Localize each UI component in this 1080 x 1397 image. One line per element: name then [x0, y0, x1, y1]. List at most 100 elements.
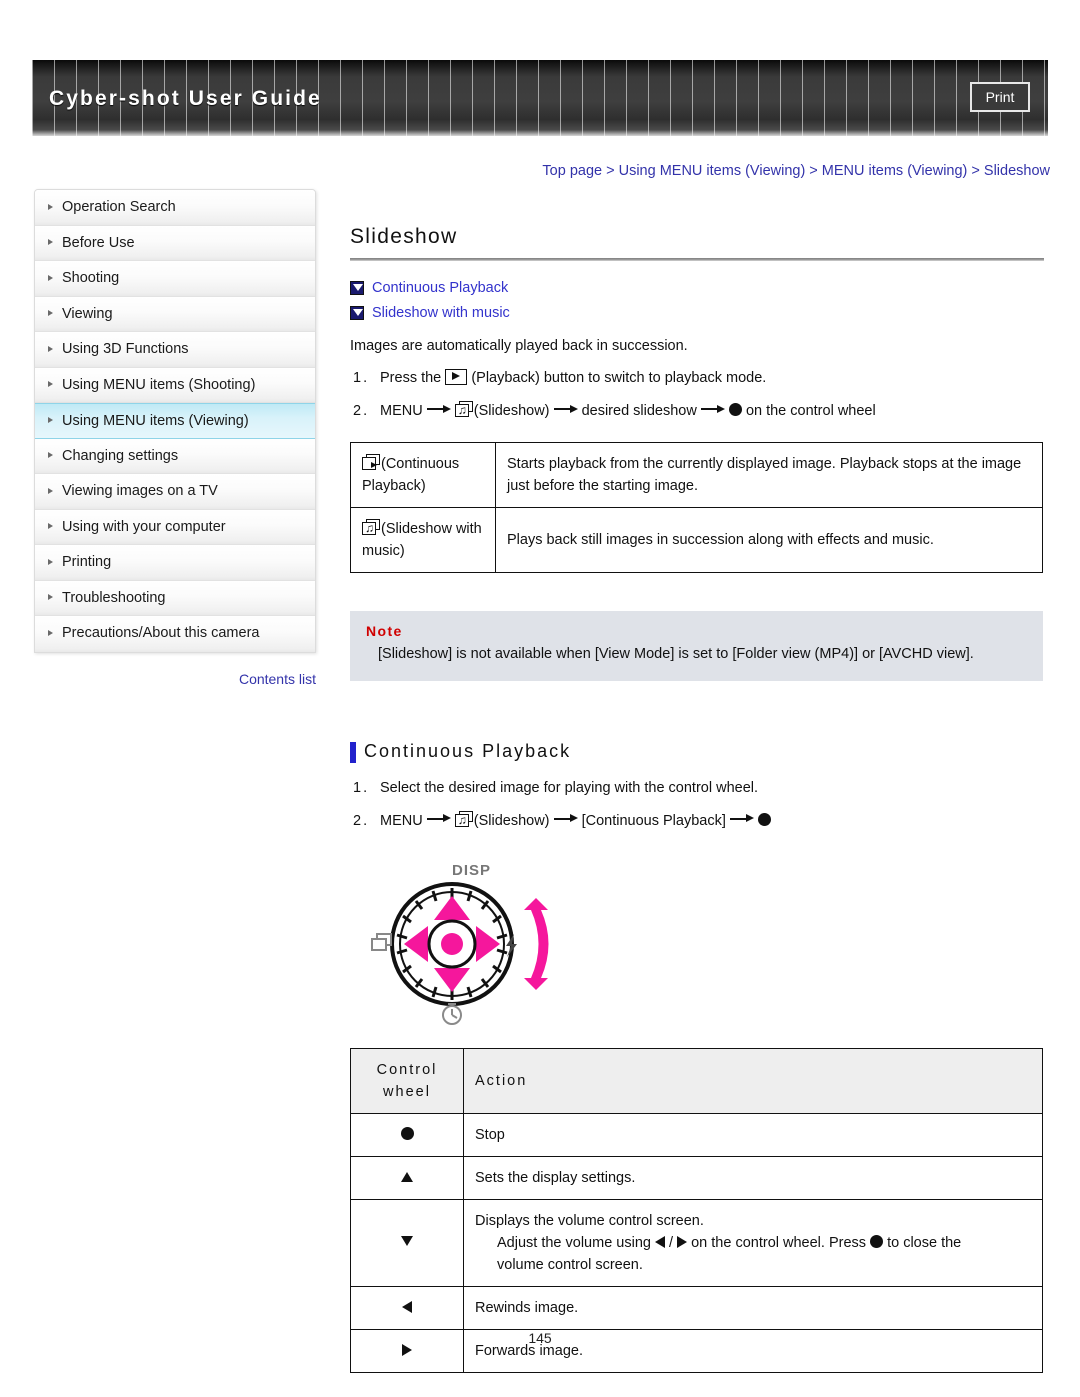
- arrow-right-icon: [729, 814, 754, 824]
- sidebar-item-troubleshooting[interactable]: Troubleshooting: [35, 580, 315, 616]
- slideshow-icon: ♫: [454, 810, 474, 829]
- slideshow-with-music-icon: ♫: [362, 519, 381, 537]
- arrow-right-icon: [700, 404, 725, 414]
- table-row: Rewinds image.: [350, 1285, 1043, 1330]
- action-cell: Sets the display settings.: [463, 1155, 1043, 1200]
- section-step-2: 2. MENU ♫ (Slideshow) [Continuous Playbac…: [350, 810, 1044, 832]
- table-row: Displays the volume control screen. Adju…: [350, 1198, 1043, 1287]
- jump-link-continuous-playback[interactable]: Continuous Playback: [350, 276, 1044, 301]
- column-header-control-wheel: Control wheel: [350, 1047, 464, 1114]
- header-line-1: Control: [376, 1061, 438, 1078]
- slideshow-icon: ♫: [454, 401, 474, 419]
- control-cell-left: [350, 1285, 464, 1330]
- jump-link-label: Continuous Playback: [372, 280, 509, 296]
- step-text-after: (Playback) button to switch to playback …: [471, 370, 767, 386]
- header-banner: Cyber-shot User Guide Print: [32, 60, 1048, 136]
- arrow-right-icon: [426, 404, 451, 414]
- print-button[interactable]: Print: [970, 82, 1030, 112]
- chevron-right-icon: [48, 381, 53, 388]
- control-cell-down: [350, 1198, 464, 1287]
- control-wheel-diagram: DISP: [371, 862, 549, 1025]
- step-number: 2.: [353, 812, 370, 829]
- action-cell-volume: Displays the volume control screen. Adju…: [463, 1198, 1043, 1287]
- chevron-right-icon: [48, 345, 53, 352]
- control-cell-up: [350, 1155, 464, 1200]
- sidebar-item-before-use[interactable]: Before Use: [35, 225, 315, 261]
- title-divider: [350, 258, 1044, 261]
- center-button-icon: [870, 1234, 884, 1248]
- control-wheel-figure: DISP: [360, 858, 580, 1028]
- action-text-d: to close the: [887, 1234, 962, 1251]
- sidebar-item-label: Troubleshooting: [62, 589, 166, 606]
- page-title: Slideshow: [350, 225, 458, 248]
- self-timer-icon: [442, 1002, 462, 1025]
- sidebar-item-operation-search[interactable]: Operation Search: [35, 190, 315, 226]
- action-line-1: Displays the volume control screen.: [475, 1212, 704, 1229]
- arrow-left-icon: [654, 1235, 665, 1248]
- sidebar-item-viewing[interactable]: Viewing: [35, 296, 315, 332]
- wheel-center-button[interactable]: [441, 932, 463, 955]
- action-text-slash: /: [669, 1234, 674, 1251]
- sidebar-item-label: Before Use: [62, 234, 135, 251]
- contents-list-link[interactable]: Contents list: [34, 671, 316, 687]
- jump-link-slideshow-with-music[interactable]: Slideshow with music: [350, 301, 1044, 326]
- arrow-left-icon: [402, 1300, 412, 1313]
- chevron-right-icon: [48, 203, 53, 210]
- action-line-3: volume control screen.: [497, 1256, 643, 1273]
- section-step-1: 1. Select the desired image for playing …: [350, 777, 1044, 799]
- app-title: Cyber-shot User Guide: [49, 87, 322, 110]
- action-cell: Rewinds image.: [463, 1285, 1043, 1330]
- sidebar-item-shooting[interactable]: Shooting: [35, 261, 315, 297]
- sidebar-item-label: Using with your computer: [62, 518, 226, 535]
- sidebar-item-label: Shooting: [62, 270, 120, 286]
- sidebar-item-changing-settings[interactable]: Changing settings: [35, 438, 315, 474]
- column-header-action: Action: [463, 1047, 1043, 1114]
- step-mid-text: [Continuous Playback]: [581, 812, 726, 829]
- mode-description: Starts playback from the currently displ…: [495, 442, 1043, 508]
- action-text-c: on the control wheel. Press: [691, 1234, 867, 1251]
- sidebar-item-label: Viewing images on a TV: [62, 483, 218, 499]
- arrow-right-icon: [677, 1235, 688, 1248]
- note-box: Note [Slideshow] is not available when […: [350, 611, 1043, 681]
- menu-label: MENU: [380, 812, 423, 829]
- step-1: 1. Press the (Playback) button to switch…: [350, 367, 1044, 389]
- table-header-row: Control wheel Action: [350, 1047, 1043, 1114]
- arrow-down-icon: [401, 1235, 413, 1246]
- sidebar-item-using-menu-items-viewing[interactable]: Using MENU items (Viewing): [35, 403, 315, 439]
- main-content: Slideshow Continuous Playback Slideshow …: [350, 225, 1044, 1373]
- arrow-right-icon: [426, 814, 451, 824]
- slideshow-icon-label: (Slideshow): [473, 403, 550, 419]
- wheel-up-arrow[interactable]: [434, 895, 470, 920]
- slideshow-icon-label: (Slideshow): [473, 812, 550, 829]
- control-cell-center: [350, 1112, 464, 1157]
- step-number: 2.: [353, 403, 370, 419]
- sidebar-item-using-3d-functions[interactable]: Using 3D Functions: [35, 332, 315, 368]
- sidebar-item-using-with-your-computer[interactable]: Using with your computer: [35, 509, 315, 545]
- intro-paragraph: Images are automatically played back in …: [350, 338, 688, 354]
- step-2: 2. MENU ♫ (Slideshow) desired slideshow o…: [350, 400, 1044, 422]
- playback-icon: [445, 369, 468, 385]
- chevron-right-icon: [48, 487, 53, 494]
- slideshow-modes-table: (Continuous Playback) Starts playback fr…: [350, 442, 1043, 573]
- disp-label: DISP: [452, 862, 491, 879]
- step-tail-text: on the control wheel: [745, 403, 876, 419]
- sidebar-item-using-menu-items-shooting[interactable]: Using MENU items (Shooting): [35, 367, 315, 403]
- chevron-right-icon: [48, 630, 53, 637]
- table-row: ♫ (Slideshow with music) Plays back still…: [350, 507, 1043, 573]
- table-row: Sets the display settings.: [350, 1155, 1043, 1200]
- breadcrumb[interactable]: Top page > Using MENU items (Viewing) > …: [350, 163, 1050, 179]
- action-text-a: Adjust the volume using: [497, 1234, 651, 1251]
- wheel-right-arrow[interactable]: [476, 925, 500, 962]
- sidebar-item-viewing-images-on-a-tv[interactable]: Viewing images on a TV: [35, 474, 315, 510]
- wheel-down-arrow[interactable]: [434, 967, 470, 992]
- sidebar-item-label: Operation Search: [62, 199, 176, 215]
- header-line-2: wheel: [383, 1083, 431, 1100]
- sidebar-item-label: Precautions/About this camera: [62, 625, 260, 641]
- slideshow-steps: 1. Press the (Playback) button to switch…: [350, 367, 1044, 422]
- jump-link-label: Slideshow with music: [372, 305, 510, 321]
- control-wheel-action-table: Control wheel Action Stop Sets the displ…: [350, 1047, 1043, 1373]
- wheel-left-arrow[interactable]: [404, 925, 428, 962]
- sidebar-item-printing[interactable]: Printing: [35, 545, 315, 581]
- sidebar-item-precautions-about-this-camera[interactable]: Precautions/About this camera: [35, 616, 315, 652]
- arrow-up-icon: [401, 1171, 413, 1182]
